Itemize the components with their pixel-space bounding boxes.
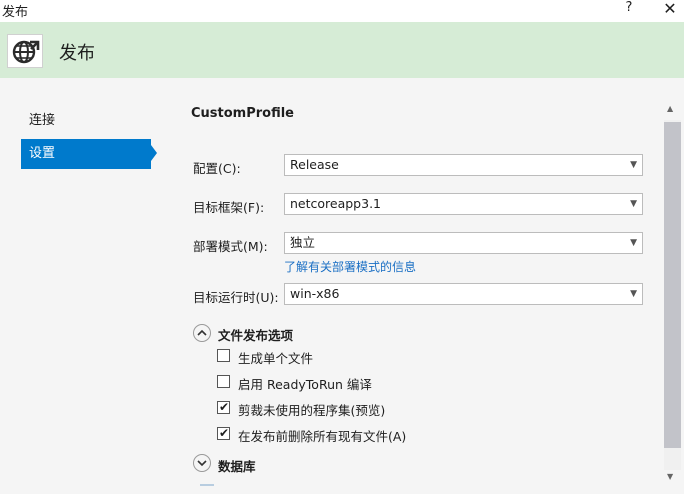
file-publish-options-title: 文件发布选项 bbox=[218, 328, 294, 343]
scrollbar-thumb[interactable] bbox=[664, 122, 681, 448]
delete-existing-files-checkbox[interactable]: ✔ bbox=[217, 426, 230, 440]
deployment-mode-label: 部署模式(M): bbox=[193, 239, 268, 254]
configuration-select[interactable]: Release ▼ bbox=[284, 154, 643, 176]
publish-header: 发布 bbox=[0, 22, 684, 78]
ready-to-run-checkbox[interactable] bbox=[217, 375, 230, 388]
deployment-mode-help-link[interactable]: 了解有关部署模式的信息 bbox=[284, 258, 416, 275]
page-title: 发布 bbox=[59, 43, 95, 64]
single-file-label: 生成单个文件 bbox=[238, 351, 314, 366]
file-publish-options-toggle[interactable] bbox=[193, 324, 211, 342]
scroll-up-icon[interactable]: ▲ bbox=[667, 104, 673, 113]
window-title: 发布 bbox=[2, 5, 29, 20]
help-button[interactable]: ? bbox=[622, 0, 636, 18]
target-runtime-label: 目标运行时(U): bbox=[193, 290, 279, 305]
target-runtime-value: win-x86 bbox=[290, 286, 340, 301]
scroll-content-hint bbox=[200, 484, 214, 486]
trim-assemblies-checkbox[interactable]: ✔ bbox=[217, 400, 230, 414]
database-toggle[interactable] bbox=[193, 454, 211, 472]
nav-item-settings[interactable]: 设置 bbox=[21, 139, 151, 169]
configuration-label: 配置(C): bbox=[193, 161, 241, 176]
target-framework-select[interactable]: netcoreapp3.1 ▼ bbox=[284, 193, 643, 215]
trim-assemblies-label: 剪裁未使用的程序集(预览) bbox=[238, 403, 386, 418]
configuration-value: Release bbox=[290, 157, 339, 172]
target-framework-value: netcoreapp3.1 bbox=[290, 196, 381, 211]
target-runtime-select[interactable]: win-x86 ▼ bbox=[284, 283, 643, 305]
chevron-down-icon: ▼ bbox=[630, 199, 637, 209]
deployment-mode-value: 独立 bbox=[290, 235, 316, 250]
target-framework-label: 目标框架(F): bbox=[193, 200, 265, 215]
chevron-down-icon: ▼ bbox=[630, 238, 637, 248]
nav-item-connection[interactable]: 连接 bbox=[21, 106, 151, 136]
ready-to-run-label: 启用 ReadyToRun 编译 bbox=[238, 377, 372, 392]
single-file-checkbox[interactable] bbox=[217, 349, 230, 362]
chevron-down-icon: ▼ bbox=[630, 160, 637, 170]
nav-active-indicator bbox=[151, 145, 157, 161]
chevron-up-icon bbox=[197, 329, 207, 336]
delete-existing-files-label: 在发布前删除所有现有文件(A) bbox=[238, 429, 407, 444]
chevron-down-icon bbox=[197, 460, 207, 467]
scroll-down-icon[interactable]: ▼ bbox=[667, 472, 673, 481]
close-button[interactable]: ✕ bbox=[660, 0, 680, 19]
title-bar: 发布 ? ✕ bbox=[0, 0, 684, 22]
checkmark-icon: ✔ bbox=[219, 426, 230, 440]
chevron-down-icon: ▼ bbox=[630, 289, 637, 299]
database-title: 数据库 bbox=[218, 459, 256, 474]
checkmark-icon: ✔ bbox=[219, 400, 230, 414]
deployment-mode-select[interactable]: 独立 ▼ bbox=[284, 232, 643, 254]
profile-name: CustomProfile bbox=[191, 106, 295, 121]
globe-publish-icon bbox=[7, 34, 43, 68]
